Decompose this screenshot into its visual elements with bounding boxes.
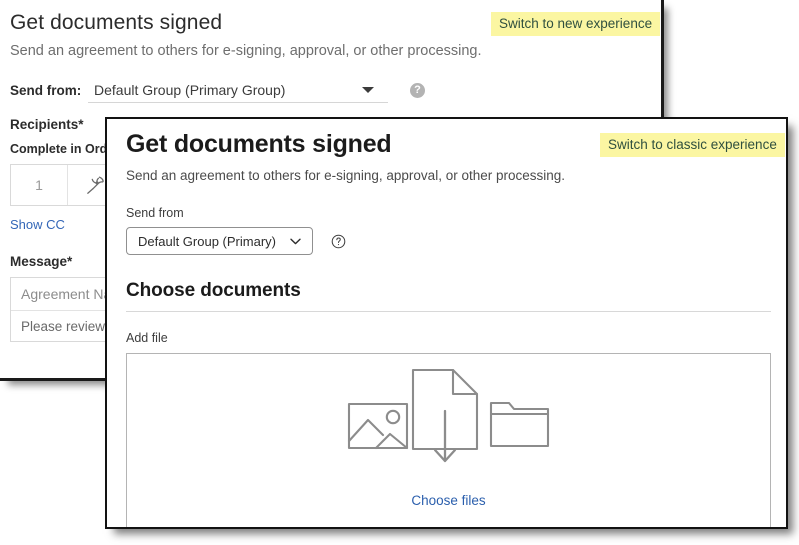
required-asterisk: * xyxy=(67,254,73,269)
file-dropzone[interactable]: Choose files xyxy=(126,353,771,527)
new-send-from-value: Default Group (Primary) xyxy=(138,233,276,249)
classic-send-from-label: Send from: xyxy=(10,82,82,98)
classic-recipient-index: 1 xyxy=(11,165,68,205)
add-file-label: Add file xyxy=(126,331,168,345)
switch-to-classic-experience-button[interactable]: Switch to classic experience xyxy=(600,133,785,157)
folder-icon xyxy=(489,401,549,448)
classic-send-from-value: Default Group (Primary Group) xyxy=(94,81,286,98)
new-panel-content: Get documents signed Send an agreement t… xyxy=(126,128,772,527)
classic-send-from-row: Send from: Default Group (Primary Group)… xyxy=(10,77,660,103)
new-send-from-label: Send from xyxy=(126,206,184,220)
chevron-down-icon xyxy=(290,237,301,246)
new-send-from-select[interactable]: Default Group (Primary) xyxy=(126,227,313,255)
new-page-subtitle: Send an agreement to others for e-signin… xyxy=(126,168,566,183)
section-divider xyxy=(126,311,771,312)
required-asterisk: * xyxy=(78,117,84,132)
switch-to-new-experience-button[interactable]: Switch to new experience xyxy=(491,12,661,36)
classic-send-from-select[interactable]: Default Group (Primary Group) xyxy=(88,77,388,103)
classic-page-subtitle: Send an agreement to others for e-signin… xyxy=(10,43,482,59)
help-icon[interactable]: ? xyxy=(410,82,425,98)
document-upload-icon xyxy=(411,368,478,463)
new-experience-panel: Get documents signed Send an agreement t… xyxy=(105,117,788,529)
classic-message-text: Message xyxy=(10,254,68,269)
classic-recipients-text: Recipients xyxy=(10,117,79,132)
caret-down-icon xyxy=(362,87,374,93)
help-circle-icon[interactable] xyxy=(331,234,346,249)
choose-files-link[interactable]: Choose files xyxy=(127,493,770,508)
upload-illustration xyxy=(343,367,555,471)
new-send-from-row: Default Group (Primary) xyxy=(126,227,772,255)
image-icon xyxy=(347,402,408,450)
choose-documents-heading: Choose documents xyxy=(126,280,301,301)
